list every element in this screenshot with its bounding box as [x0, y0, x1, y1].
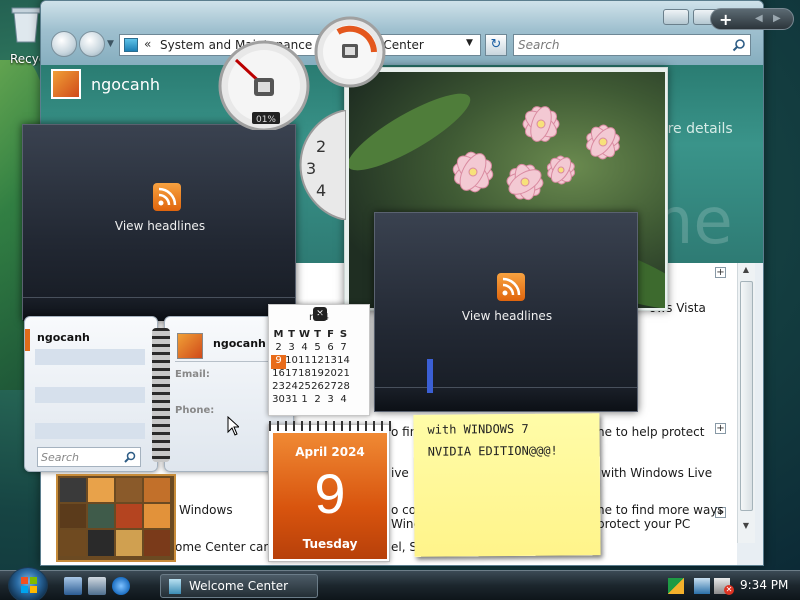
scroll-down-icon[interactable]: ▼	[738, 521, 754, 533]
content-text[interactable]: ome Center can b	[175, 540, 282, 554]
user-avatar	[51, 69, 81, 99]
calendar-day-cell[interactable]: 21	[336, 368, 351, 382]
feed-headlines-gadget[interactable]: View headlines	[22, 124, 297, 321]
address-dropdown-icon[interactable]: ▼	[466, 38, 473, 48]
contacts-search-input[interactable]: Search	[37, 447, 141, 467]
control-panel-icon	[124, 38, 138, 52]
switch-windows-icon[interactable]	[88, 577, 106, 595]
contact-name: ngocanh	[213, 337, 266, 350]
calendar-day-number: 9	[314, 462, 346, 525]
notebook-spiral	[152, 328, 170, 462]
calendar-day-cell[interactable]: 28	[336, 381, 351, 395]
contacts-tab	[25, 329, 30, 351]
puzzle-tiles[interactable]	[58, 476, 174, 560]
content-text[interactable]: ne to help protect	[597, 425, 704, 439]
calendar-weekday: Tuesday	[302, 537, 358, 551]
welcome-center-icon	[169, 579, 181, 594]
calendar-month-gadget[interactable]: ✕ r 24 M T W T F S 2 3 4 5 6 7 9 10 11 12 13 14 16 17 18 19 20…	[268, 304, 370, 416]
calendar-day-cell[interactable]: 4	[336, 394, 351, 408]
calendar-month-year: April 2024	[295, 445, 365, 459]
calendar-day-page: April 2024 9 Tuesday	[273, 433, 387, 559]
contacts-gadget: ngocanh Search ngocanh Email: Phone:	[24, 316, 433, 472]
recycle-bin-icon[interactable]	[8, 4, 44, 44]
search-icon[interactable]	[124, 451, 136, 463]
view-headlines-link[interactable]: View headlines	[375, 309, 639, 323]
forward-button[interactable]	[79, 31, 105, 57]
search-placeholder: Search	[518, 38, 560, 52]
contacts-list-panel: ngocanh Search	[24, 316, 158, 472]
content-text[interactable]: ne to find more ways	[597, 503, 724, 517]
clock-numeral: 2	[316, 137, 326, 156]
windows-security-icon[interactable]	[668, 578, 684, 594]
picture-puzzle-gadget[interactable]	[56, 474, 176, 562]
mouse-cursor-icon	[227, 416, 239, 436]
contact-row[interactable]	[35, 423, 145, 439]
search-input[interactable]: Search	[513, 34, 751, 56]
start-button[interactable]	[8, 567, 48, 600]
gadget-footer	[375, 387, 637, 411]
content-text[interactable]: ive	[391, 466, 409, 480]
phone-label: Phone:	[175, 405, 215, 416]
rss-icon	[153, 183, 181, 211]
previous-page-icon[interactable]: ◀	[755, 13, 763, 24]
content-text[interactable]: Windows	[179, 503, 233, 517]
calendar-weekday-header: S	[339, 329, 348, 340]
taskbar-item-label: Welcome Center	[189, 579, 289, 593]
contact-list-item[interactable]: ngocanh	[37, 331, 90, 344]
contacts-scroll-tab[interactable]	[427, 359, 433, 393]
address-chevrons[interactable]: «	[144, 37, 151, 51]
clock-time[interactable]: 9:34 PM	[740, 578, 788, 592]
taskbar-item-welcome-center[interactable]: Welcome Center	[160, 574, 318, 598]
rss-icon	[497, 273, 525, 301]
contact-row[interactable]	[35, 349, 145, 365]
cpu-usage-label: 01%	[256, 115, 276, 125]
calendar-day-gadget[interactable]: April 2024 9 Tuesday	[268, 421, 391, 562]
view-headlines-link[interactable]: View headlines	[23, 219, 297, 233]
back-button[interactable]	[51, 31, 77, 57]
sticky-note-gadget[interactable]: with WINDOWS 7 NVIDIA EDITION@@@!	[413, 413, 601, 557]
user-name: ngocanh	[91, 75, 160, 94]
divider	[175, 361, 283, 362]
internet-explorer-icon[interactable]	[112, 577, 130, 595]
scroll-up-icon[interactable]: ▲	[738, 265, 754, 277]
contacts-search-placeholder: Search	[41, 451, 80, 464]
content-text[interactable]: with Windows Live	[601, 466, 712, 480]
add-gadget-icon[interactable]: +	[719, 10, 732, 29]
clock-numeral: 4	[316, 181, 326, 200]
email-label: Email:	[175, 369, 210, 380]
expand-icon[interactable]: +	[715, 423, 726, 434]
content-text[interactable]: protect your PC	[597, 517, 690, 531]
calendar-day-cell[interactable]: 14	[336, 355, 351, 369]
windows-logo-icon	[21, 577, 37, 593]
show-desktop-icon[interactable]	[64, 577, 82, 595]
calendar-binding-rings	[269, 421, 391, 431]
calendar-month-title: r 24	[309, 312, 330, 323]
clock-numeral: 3	[306, 159, 316, 178]
scroll-thumb[interactable]	[740, 281, 753, 511]
refresh-button[interactable]: ↻	[485, 34, 507, 56]
search-icon[interactable]	[732, 38, 746, 52]
note-line[interactable]: with WINDOWS 7	[427, 422, 528, 437]
sidebar-controls: + ◀ ▶	[710, 8, 794, 30]
network-icon[interactable]	[694, 578, 710, 594]
calendar-day-cell[interactable]: 7	[336, 342, 351, 356]
taskbar: Welcome Center ✕ 9:34 PM	[0, 567, 800, 600]
contact-photo	[177, 333, 203, 359]
feed-headlines-gadget[interactable]: View headlines	[374, 212, 638, 412]
content-text[interactable]: o co	[391, 503, 416, 517]
vertical-scrollbar[interactable]: ▲ ▼	[737, 263, 755, 543]
recent-pages-icon[interactable]: ▼	[107, 39, 114, 49]
show-more-details-link[interactable]: ore details	[659, 121, 733, 137]
note-line[interactable]: NVIDIA EDITION@@@!	[428, 444, 558, 459]
window-titlebar: ▼ « System and Maintenance › Welcome Cen…	[41, 1, 763, 65]
contact-row[interactable]	[35, 387, 145, 403]
next-page-icon[interactable]: ▶	[773, 13, 781, 24]
muted-icon: ✕	[724, 585, 734, 595]
cpu-meter-gadget[interactable]: 01%	[218, 14, 388, 130]
expand-icon[interactable]: +	[715, 267, 726, 278]
minimize-button[interactable]	[663, 9, 689, 25]
